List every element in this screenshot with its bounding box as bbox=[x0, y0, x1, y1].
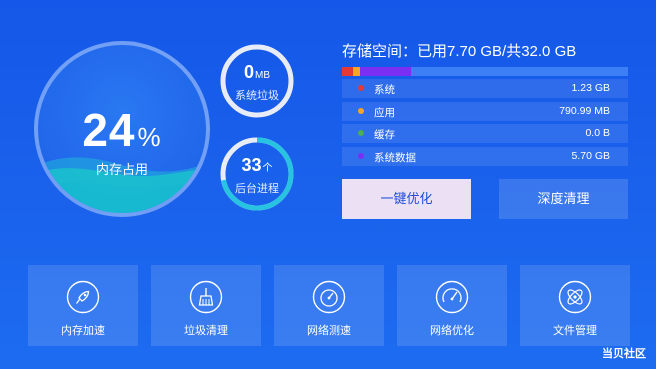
storage-bar-segment bbox=[360, 67, 411, 76]
junk-value: 0MB bbox=[243, 62, 270, 82]
tile-junk-clean[interactable]: 垃圾清理 bbox=[151, 265, 261, 346]
tile-label: 网络优化 bbox=[430, 325, 474, 337]
storage-row-name: 系统数据 bbox=[374, 151, 416, 164]
junk-label: 系统垃圾 bbox=[235, 90, 279, 102]
memory-usage-gauge: 24% 内存占用 bbox=[34, 41, 210, 217]
rocket-icon bbox=[66, 280, 100, 314]
storage-row-value: 5.70 GB bbox=[571, 149, 610, 162]
storage-row-value: 790.99 MB bbox=[559, 104, 610, 117]
memory-usage-label: 内存占用 bbox=[95, 162, 148, 177]
legend-dot-icon bbox=[358, 152, 364, 159]
storage-row: 系统 1.23 GB bbox=[342, 79, 628, 98]
one-click-optimize-button[interactable]: 一键优化 bbox=[342, 179, 471, 219]
legend-dot-icon bbox=[358, 107, 364, 114]
legend-dot-icon bbox=[358, 130, 364, 136]
storage-title: 存储空间：已用7.70 GB/共32.0 GB bbox=[342, 43, 577, 60]
atom-icon bbox=[558, 280, 592, 314]
storage-row-name: 系统 bbox=[374, 84, 395, 96]
speedometer-icon bbox=[312, 280, 346, 314]
storage-bar-segment bbox=[352, 67, 361, 76]
storage-bar-segment bbox=[342, 67, 353, 76]
storage-usage-bar bbox=[342, 67, 628, 76]
storage-row: 应用 790.99 MB bbox=[342, 101, 628, 121]
memory-usage-value: 24% bbox=[82, 104, 162, 156]
process-count-value: 33个 bbox=[241, 155, 273, 175]
storage-row: 缓存 0.0 B bbox=[342, 124, 628, 143]
tile-network-optimize[interactable]: 网络优化 bbox=[397, 265, 507, 346]
tile-file-manager[interactable]: 文件管理 bbox=[520, 265, 630, 346]
tile-label: 文件管理 bbox=[553, 325, 597, 337]
storage-row-value: 0.0 B bbox=[585, 127, 610, 139]
storage-row: 系统数据 5.70 GB bbox=[342, 146, 628, 166]
tile-memory-boost[interactable]: 内存加速 bbox=[28, 265, 138, 346]
watermark-text: 当贝社区 bbox=[602, 348, 646, 360]
deep-clean-button[interactable]: 深度清理 bbox=[499, 179, 628, 219]
process-count-label: 后台进程 bbox=[235, 183, 279, 195]
tile-network-speed-test[interactable]: 网络测速 bbox=[274, 265, 384, 346]
storage-row-name: 应用 bbox=[374, 106, 395, 119]
tile-label: 垃圾清理 bbox=[184, 325, 228, 337]
tile-label: 内存加速 bbox=[61, 325, 105, 337]
storage-breakdown-list: 系统 1.23 GB 应用 790.99 MB 缓存 0.0 B 系统数据 5.70 GB bbox=[342, 79, 628, 169]
storage-row-value: 1.23 GB bbox=[571, 82, 610, 94]
storage-row-name: 缓存 bbox=[374, 129, 395, 141]
background-process-gauge[interactable]: 33个 后台进程 bbox=[218, 135, 296, 213]
broom-icon bbox=[189, 280, 223, 314]
legend-dot-icon bbox=[358, 85, 364, 91]
gauge-icon bbox=[435, 280, 469, 314]
system-junk-gauge[interactable]: 0MB 系统垃圾 bbox=[218, 42, 296, 120]
tile-label: 网络测速 bbox=[307, 325, 351, 337]
